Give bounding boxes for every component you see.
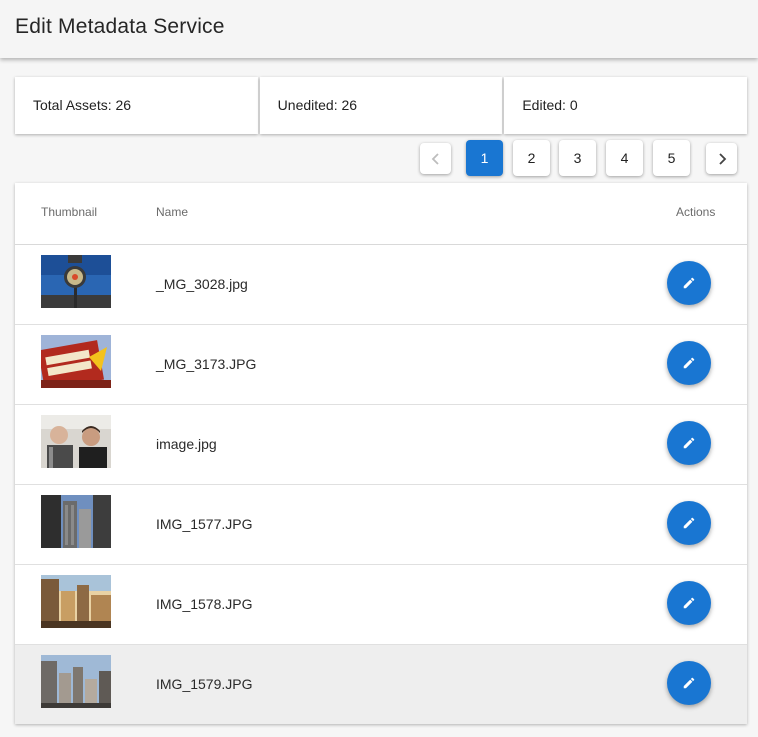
next-page-button[interactable]: [706, 143, 737, 174]
page-button-2[interactable]: 2: [513, 140, 550, 176]
table-row[interactable]: _MG_3173.JPG: [15, 325, 747, 405]
table-row[interactable]: image.jpg: [15, 405, 747, 485]
total-assets-card: Total Assets: 26: [15, 77, 258, 134]
pencil-icon: [683, 437, 695, 449]
edit-button[interactable]: [667, 661, 711, 705]
column-header-thumbnail: Thumbnail: [41, 205, 98, 219]
app-bar: Edit Metadata Service: [0, 0, 758, 58]
pencil-icon: [683, 517, 695, 529]
thumbnail-image: [41, 575, 111, 628]
table-row[interactable]: IMG_1577.JPG: [15, 485, 747, 565]
file-name: IMG_1577.JPG: [156, 516, 253, 532]
table-header: Thumbnail Name Actions: [15, 183, 747, 245]
thumbnail-image: [41, 335, 111, 388]
prev-page-button[interactable]: [420, 143, 451, 174]
chevron-right-icon: [718, 152, 726, 165]
file-name: image.jpg: [156, 436, 217, 452]
edit-button[interactable]: [667, 421, 711, 465]
pencil-icon: [683, 677, 695, 689]
page-button-1[interactable]: 1: [466, 140, 503, 176]
chevron-left-icon: [431, 152, 439, 165]
column-header-actions: Actions: [676, 205, 716, 219]
file-name: IMG_1578.JPG: [156, 596, 253, 612]
page-button-4[interactable]: 4: [606, 140, 643, 176]
unedited-label: Unedited: 26: [277, 97, 358, 113]
table-row[interactable]: _MG_3028.jpg: [15, 245, 747, 325]
page-title: Edit Metadata Service: [15, 15, 225, 38]
edit-button[interactable]: [667, 341, 711, 385]
pencil-icon: [683, 357, 695, 369]
edited-label: Edited: 0: [522, 97, 578, 113]
file-name: _MG_3173.JPG: [156, 356, 257, 372]
page-button-3[interactable]: 3: [559, 140, 596, 176]
file-name: _MG_3028.jpg: [156, 276, 248, 292]
edited-card: Edited: 0: [504, 77, 748, 134]
table-row[interactable]: IMG_1578.JPG: [15, 565, 747, 645]
pencil-icon: [683, 597, 695, 609]
column-header-name: Name: [156, 205, 189, 219]
unedited-card: Unedited: 26: [259, 77, 503, 134]
thumbnail-image: [41, 255, 111, 308]
assets-table: Thumbnail Name Actions _MG_3028.jpg _MG_…: [15, 183, 747, 724]
stats-bar: Total Assets: 26 Unedited: 26 Edited: 0: [15, 77, 748, 134]
page-button-5[interactable]: 5: [653, 140, 690, 176]
file-name: IMG_1579.JPG: [156, 676, 253, 692]
thumbnail-image: [41, 495, 111, 548]
thumbnail-image: [41, 415, 111, 468]
edit-button[interactable]: [667, 581, 711, 625]
edit-button[interactable]: [667, 261, 711, 305]
thumbnail-image: [41, 655, 111, 708]
pencil-icon: [683, 277, 695, 289]
table-row[interactable]: IMG_1579.JPG: [15, 645, 747, 724]
edit-button[interactable]: [667, 501, 711, 545]
total-assets-label: Total Assets: 26: [33, 97, 132, 113]
